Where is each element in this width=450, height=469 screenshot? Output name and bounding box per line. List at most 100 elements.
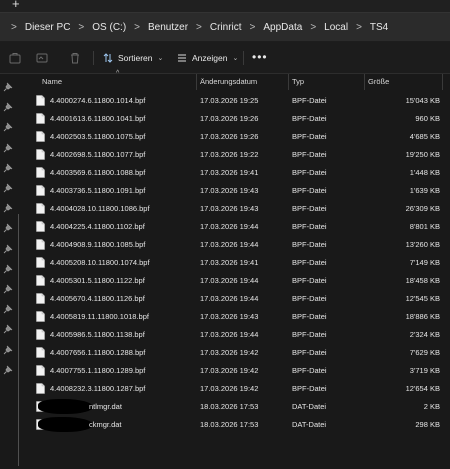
file-size: 1'448 KB: [409, 168, 440, 177]
file-date: 17.03.2026 19:42: [200, 366, 259, 375]
file-size: 18'458 KB: [405, 276, 440, 285]
column-divider[interactable]: [196, 74, 197, 90]
breadcrumb-separator[interactable]: >: [188, 22, 210, 33]
pin-icon[interactable]: [3, 203, 13, 213]
file-size: 3'719 KB: [409, 366, 440, 375]
pin-icon[interactable]: [3, 284, 13, 294]
more-icon[interactable]: •••: [252, 50, 268, 64]
file-size: 7'149 KB: [409, 258, 440, 267]
file-row[interactable]: 4.4003736.5.11800.1091.bpf 17.03.2026 19:…: [28, 182, 448, 200]
nav-tree-line: [18, 214, 19, 466]
file-row[interactable]: 4.4005208.10.11800.1074.bpf 17.03.2026 19…: [28, 254, 448, 272]
tab-strip: +: [0, 0, 450, 12]
file-type: BPF-Datei: [292, 222, 327, 231]
pin-icon[interactable]: [3, 183, 13, 193]
breadcrumb-item[interactable]: Dieser PC: [25, 22, 71, 33]
file-type: BPF-Datei: [292, 330, 327, 339]
file-row[interactable]: 4.4000274.6.11800.1014.bpf 17.03.2026 19:…: [28, 92, 448, 110]
column-type-header[interactable]: Typ: [292, 77, 304, 86]
file-row[interactable]: 4.4002503.5.11800.1075.bpf 17.03.2026 19:…: [28, 128, 448, 146]
breadcrumb-root-chevron[interactable]: >: [3, 22, 25, 33]
file-name: 4.4002503.5.11800.1075.bpf: [50, 132, 146, 141]
file-row[interactable]: ntlmgr.dat 18.03.2026 17:53 DAT-Datei 2 KB: [28, 398, 448, 416]
breadcrumb-separator[interactable]: >: [70, 22, 92, 33]
file-icon: [36, 275, 45, 286]
breadcrumb-separator[interactable]: >: [348, 22, 370, 33]
file-row[interactable]: 4.4008232.3.11800.1287.bpf 17.03.2026 19:…: [28, 380, 448, 398]
cut-icon[interactable]: [9, 52, 21, 64]
breadcrumb-item[interactable]: AppData: [263, 22, 302, 33]
file-icon: [36, 347, 45, 358]
file-row[interactable]: 4.4005670.4.11800.1126.bpf 17.03.2026 19:…: [28, 290, 448, 308]
delete-icon[interactable]: [69, 52, 81, 64]
pin-icon[interactable]: [3, 122, 13, 132]
column-divider[interactable]: [288, 74, 289, 90]
pin-icon[interactable]: [3, 345, 13, 355]
file-date: 17.03.2026 19:44: [200, 240, 259, 249]
column-date-header[interactable]: Änderungsdatum: [200, 77, 257, 86]
pin-icon[interactable]: [3, 82, 13, 92]
file-row[interactable]: 4.4005301.5.11800.1122.bpf 17.03.2026 19:…: [28, 272, 448, 290]
toolbar-separator: [243, 51, 244, 65]
column-size-header[interactable]: Größe: [368, 77, 389, 86]
view-button[interactable]: Anzeigen ⌄: [177, 51, 238, 65]
pin-icon[interactable]: [3, 324, 13, 334]
file-row[interactable]: 4.4003569.6.11800.1088.bpf 17.03.2026 19:…: [28, 164, 448, 182]
column-divider[interactable]: [442, 74, 443, 90]
file-type: DAT-Datei: [292, 402, 327, 411]
file-date: 17.03.2026 19:42: [200, 348, 259, 357]
file-type: BPF-Datei: [292, 240, 327, 249]
file-row[interactable]: 4.4001613.6.11800.1041.bpf 17.03.2026 19:…: [28, 110, 448, 128]
file-name: 4.4007755.1.11800.1289.bpf: [50, 366, 146, 375]
pin-icon[interactable]: [3, 163, 13, 173]
file-size: 12'654 KB: [405, 384, 440, 393]
redaction-mark: [38, 417, 93, 432]
breadcrumb-item[interactable]: TS4: [370, 22, 388, 33]
pin-icon[interactable]: [3, 143, 13, 153]
pin-icon[interactable]: [3, 244, 13, 254]
file-date: 17.03.2026 19:44: [200, 294, 259, 303]
pin-icon[interactable]: [3, 223, 13, 233]
pin-icon[interactable]: [3, 365, 13, 375]
breadcrumb-separator[interactable]: >: [242, 22, 264, 33]
file-size: 26'309 KB: [405, 204, 440, 213]
file-type: BPF-Datei: [292, 132, 327, 141]
file-date: 17.03.2026 19:43: [200, 312, 259, 321]
file-row[interactable]: 4.4002698.5.11800.1077.bpf 17.03.2026 19:…: [28, 146, 448, 164]
chevron-down-icon: ⌄: [157, 55, 164, 62]
sort-button[interactable]: Sortieren ⌄: [103, 51, 163, 65]
command-bar: Sortieren ⌄ Anzeigen ⌄ •••: [0, 42, 450, 74]
breadcrumb-separator[interactable]: >: [126, 22, 148, 33]
breadcrumb-item[interactable]: Benutzer: [148, 22, 188, 33]
column-divider[interactable]: [364, 74, 365, 90]
file-list: ^ Name Änderungsdatum Typ Größe 4.400027…: [28, 70, 450, 469]
file-row[interactable]: 4.4005819.11.11800.1018.bpf 17.03.2026 19…: [28, 308, 448, 326]
file-row[interactable]: 4.4005986.5.11800.1138.bpf 17.03.2026 19:…: [28, 326, 448, 344]
file-row[interactable]: 4.4004908.9.11800.1085.bpf 17.03.2026 19:…: [28, 236, 448, 254]
breadcrumb-item[interactable]: Local: [324, 22, 348, 33]
file-date: 17.03.2026 19:43: [200, 204, 259, 213]
file-size: 298 KB: [415, 420, 440, 429]
file-date: 17.03.2026 19:26: [200, 114, 259, 123]
file-type: BPF-Datei: [292, 96, 327, 105]
copy-icon[interactable]: [36, 52, 48, 64]
new-tab-button[interactable]: +: [12, 0, 20, 11]
column-name-header[interactable]: Name: [42, 77, 62, 86]
toolbar-separator: [93, 51, 94, 65]
file-row[interactable]: 4.4004225.4.11800.1102.bpf 17.03.2026 19:…: [28, 218, 448, 236]
file-type: BPF-Datei: [292, 366, 327, 375]
pin-icon[interactable]: [3, 102, 13, 112]
file-name: 4.4004225.4.11800.1102.bpf: [50, 222, 145, 231]
file-type: BPF-Datei: [292, 294, 327, 303]
address-bar[interactable]: > Dieser PC > OS (C:) > Benutzer > Crinr…: [0, 12, 450, 42]
file-row[interactable]: ckmgr.dat 18.03.2026 17:53 DAT-Datei 298 KB: [28, 416, 448, 434]
file-row[interactable]: 4.4007656.1.11800.1288.bpf 17.03.2026 19:…: [28, 344, 448, 362]
pin-icon[interactable]: [3, 264, 13, 274]
breadcrumb-item[interactable]: OS (C:): [92, 22, 126, 33]
breadcrumb-separator[interactable]: >: [302, 22, 324, 33]
file-row[interactable]: 4.4004028.10.11800.1086.bpf 17.03.2026 19…: [28, 200, 448, 218]
file-row[interactable]: 4.4007755.1.11800.1289.bpf 17.03.2026 19:…: [28, 362, 448, 380]
breadcrumb-item[interactable]: Crinrict: [210, 22, 242, 33]
file-name: 4.4000274.6.11800.1014.bpf: [50, 96, 146, 105]
pin-icon[interactable]: [3, 304, 13, 314]
